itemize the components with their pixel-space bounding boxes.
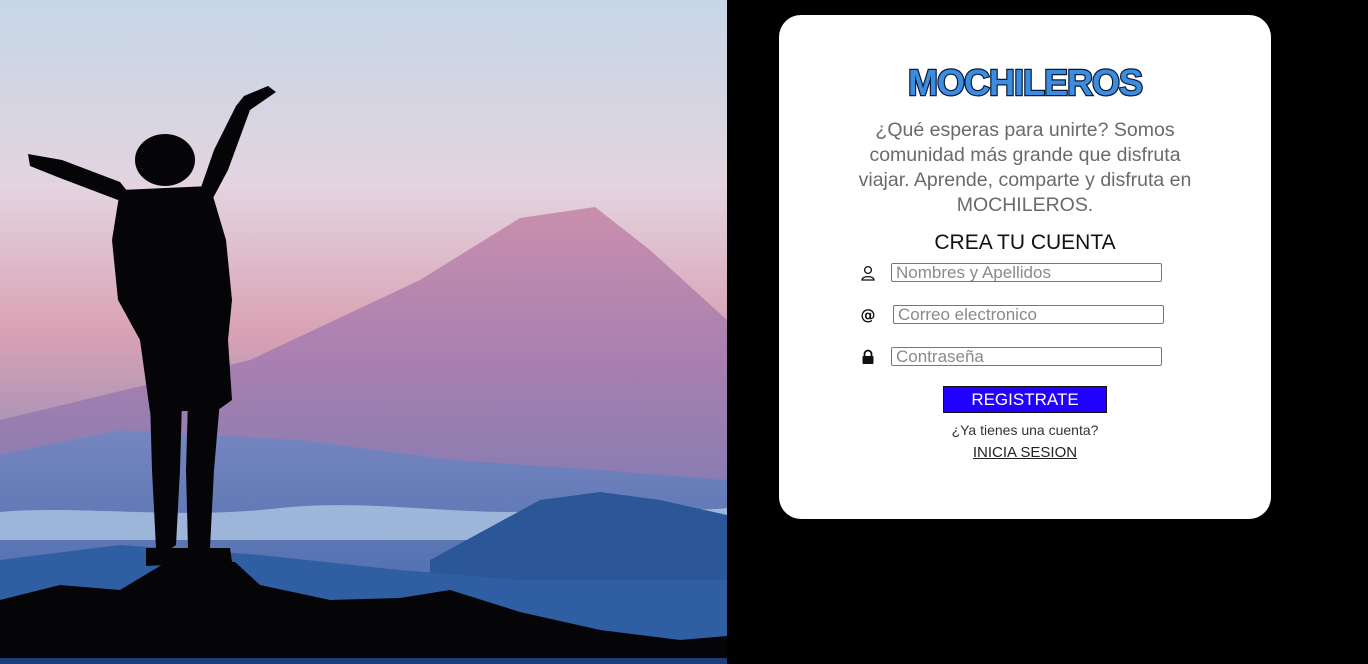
mountain-landscape-image xyxy=(0,0,727,664)
mochileros-logo-icon: MOCHILEROS xyxy=(907,63,1144,103)
hero-image xyxy=(0,0,727,664)
email-row: @ xyxy=(779,304,1271,326)
login-link[interactable]: INICIA SESION xyxy=(779,444,1271,461)
user-icon xyxy=(859,264,877,282)
brand-logo: MOCHILEROS xyxy=(779,63,1271,103)
register-button[interactable]: REGISTRATE xyxy=(943,386,1107,413)
email-input[interactable] xyxy=(893,305,1164,324)
at-icon: @ xyxy=(859,306,877,324)
password-input[interactable] xyxy=(891,347,1162,366)
signup-card: MOCHILEROS ¿Qué esperas para unirte? Som… xyxy=(779,15,1271,519)
svg-text:@: @ xyxy=(861,306,876,324)
logo-text: MOCHILEROS xyxy=(908,63,1142,103)
lock-icon xyxy=(859,348,877,366)
signup-tagline: ¿Qué esperas para unirte? Somos comunida… xyxy=(858,119,1192,216)
login-prompt: ¿Ya tienes una cuenta? xyxy=(951,422,1099,438)
password-row xyxy=(779,346,1271,368)
name-input[interactable] xyxy=(891,263,1162,282)
name-row xyxy=(779,262,1271,284)
signup-title: CREA TU CUENTA xyxy=(934,231,1116,254)
